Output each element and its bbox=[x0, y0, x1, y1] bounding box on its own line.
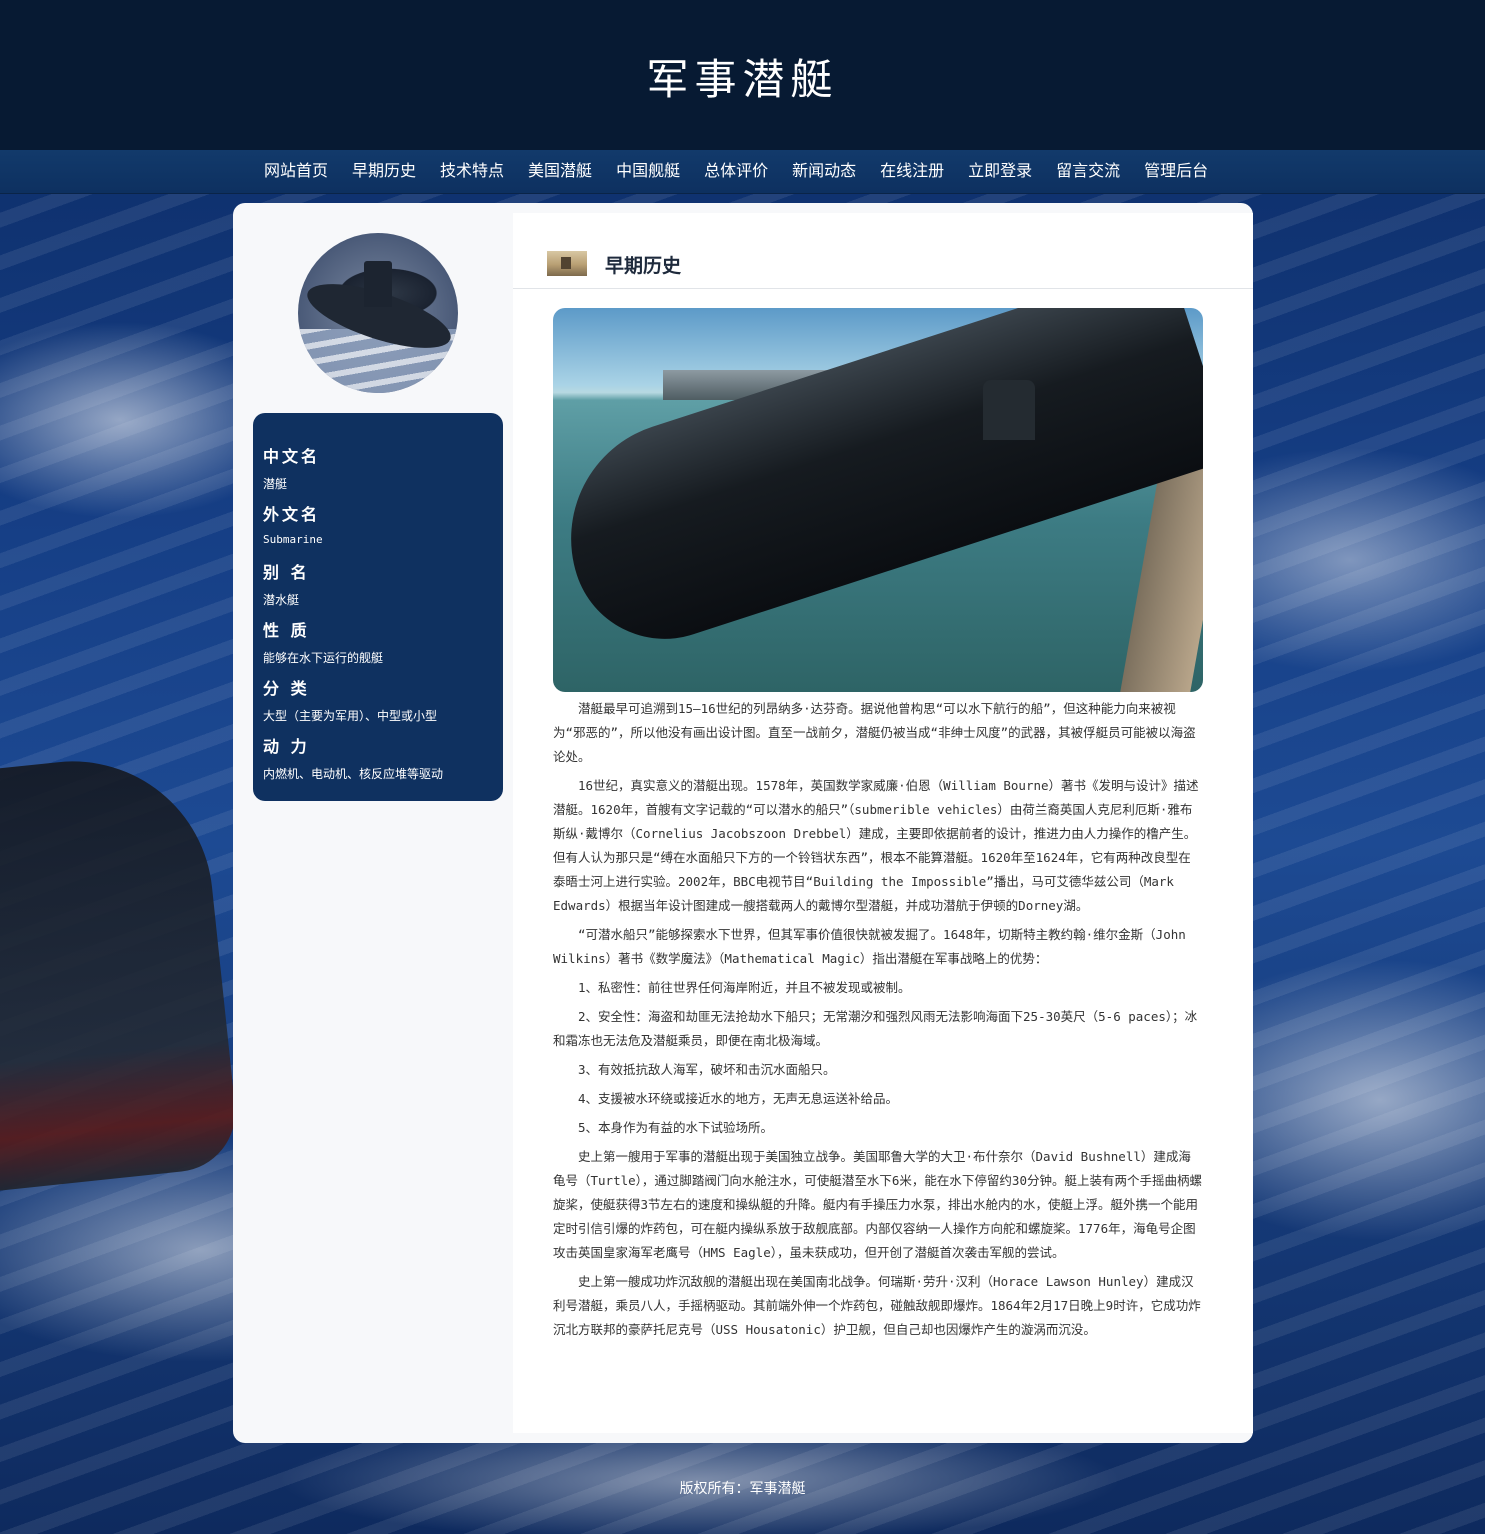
photo-submarine-hull bbox=[553, 308, 1203, 663]
info-term-nature: 性 质 bbox=[263, 621, 310, 640]
nav-item-news[interactable]: 新闻动态 bbox=[780, 150, 868, 193]
nav-item-china-vessels[interactable]: 中国舰艇 bbox=[604, 150, 692, 193]
site-title: 军事潜艇 bbox=[646, 55, 839, 104]
article-paragraph: 史上第一艘成功炸沉敌舰的潜艇出现在美国南北战争。何瑞斯·劳升·汉利（Horace… bbox=[553, 1274, 1201, 1337]
info-term-category: 分 类 bbox=[263, 679, 310, 698]
background-submarine-hull bbox=[0, 747, 242, 1193]
nav-item-guestbook[interactable]: 留言交流 bbox=[1044, 150, 1132, 193]
info-value-nature: 能够在水下运行的舰艇 bbox=[263, 651, 384, 665]
nav-item-home[interactable]: 网站首页 bbox=[252, 150, 340, 193]
nav-item-admin[interactable]: 管理后台 bbox=[1132, 150, 1220, 193]
article-list-item: 5、本身作为有益的水下试验场所。 bbox=[578, 1120, 774, 1135]
info-value-foreign-name: Submarine bbox=[263, 533, 323, 546]
info-value-alias: 潜水艇 bbox=[263, 593, 300, 607]
section-title: 早期历史 bbox=[605, 255, 682, 277]
submarine-avatar-image bbox=[298, 233, 458, 393]
info-box: 中文名 潜艇 外文名 Submarine 别 名 潜水艇 性 质 能够在水下运行… bbox=[253, 413, 503, 801]
nav-item-overall-review[interactable]: 总体评价 bbox=[692, 150, 780, 193]
article-list-item: 1、私密性：前往世界任何海岸附近，并且不被发现或被制。 bbox=[578, 980, 911, 995]
info-term-chinese-name: 中文名 bbox=[263, 447, 321, 466]
article-list-item: 2、安全性：海盗和劫匪无法抢劫水下船只；无常潮汐和强烈风雨无法影响海面下25-3… bbox=[553, 1009, 1198, 1048]
info-term-alias: 别 名 bbox=[263, 563, 310, 582]
info-term-foreign-name: 外文名 bbox=[263, 505, 321, 524]
avatar-conning-tower bbox=[364, 261, 392, 307]
article-list-item: 3、有效抵抗敌人海军，破坏和击沉水面船只。 bbox=[578, 1062, 836, 1077]
footer-copyright: 版权所有：军事潜艇 bbox=[679, 1481, 806, 1497]
submarine-harbor-photo bbox=[553, 308, 1203, 692]
content-container: 中文名 潜艇 外文名 Submarine 别 名 潜水艇 性 质 能够在水下运行… bbox=[233, 203, 1253, 1443]
section-header: 早期历史 bbox=[513, 213, 1253, 289]
section-thumbnail-icon bbox=[547, 251, 587, 276]
article-paragraph: 潜艇最早可追溯到15—16世纪的列昂纳多·达芬奇。据说他曾构思“可以水下航行的船… bbox=[553, 701, 1196, 764]
article-paragraph: 16世纪，真实意义的潜艇出现。1578年，英国数学家威廉·伯恩（William … bbox=[553, 778, 1199, 913]
nav-item-tech-features[interactable]: 技术特点 bbox=[428, 150, 516, 193]
site-header: 军事潜艇 bbox=[0, 0, 1485, 150]
article-body: 潜艇最早可追溯到15—16世纪的列昂纳多·达芬奇。据说他曾构思“可以水下航行的船… bbox=[553, 697, 1203, 1347]
main-content: 早期历史 潜艇最早可追溯到15—16世纪的列昂纳多·达芬奇。据说他曾构思“可以水… bbox=[513, 213, 1253, 1433]
info-value-category: 大型（主要为军用）、中型或小型 bbox=[263, 709, 438, 723]
nav-item-register[interactable]: 在线注册 bbox=[868, 150, 956, 193]
nav-item-login[interactable]: 立即登录 bbox=[956, 150, 1044, 193]
info-term-power: 动 力 bbox=[263, 737, 310, 756]
nav-item-early-history[interactable]: 早期历史 bbox=[340, 150, 428, 193]
nav-list: 网站首页 早期历史 技术特点 美国潜艇 中国舰艇 总体评价 新闻动态 在线注册 … bbox=[252, 150, 1220, 193]
sidebar: 中文名 潜艇 外文名 Submarine 别 名 潜水艇 性 质 能够在水下运行… bbox=[233, 203, 513, 1443]
info-value-chinese-name: 潜艇 bbox=[263, 477, 288, 491]
nav-item-us-submarines[interactable]: 美国潜艇 bbox=[516, 150, 604, 193]
info-value-power: 内燃机、电动机、核反应堆等驱动 bbox=[263, 767, 444, 781]
article-paragraph: 史上第一艘用于军事的潜艇出现于美国独立战争。美国耶鲁大学的大卫·布什奈尔（Dav… bbox=[553, 1149, 1202, 1260]
article-paragraph: “可潜水船只”能够探索水下世界，但其军事价值很快就被发掘了。1648年，切斯特主… bbox=[553, 927, 1186, 966]
main-nav: 网站首页 早期历史 技术特点 美国潜艇 中国舰艇 总体评价 新闻动态 在线注册 … bbox=[0, 150, 1485, 194]
photo-submarine-sail bbox=[983, 380, 1035, 440]
article-list-item: 4、支援被水环绕或接近水的地方，无声无息运送补给品。 bbox=[578, 1091, 899, 1106]
